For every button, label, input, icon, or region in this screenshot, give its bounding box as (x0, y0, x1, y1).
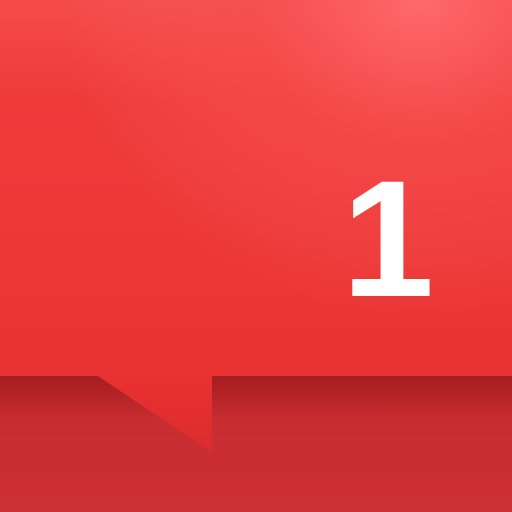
notification-chat-icon: 1 (0, 0, 512, 512)
speech-bubble-tail (98, 376, 212, 452)
notification-count: 1 (341, 147, 435, 332)
